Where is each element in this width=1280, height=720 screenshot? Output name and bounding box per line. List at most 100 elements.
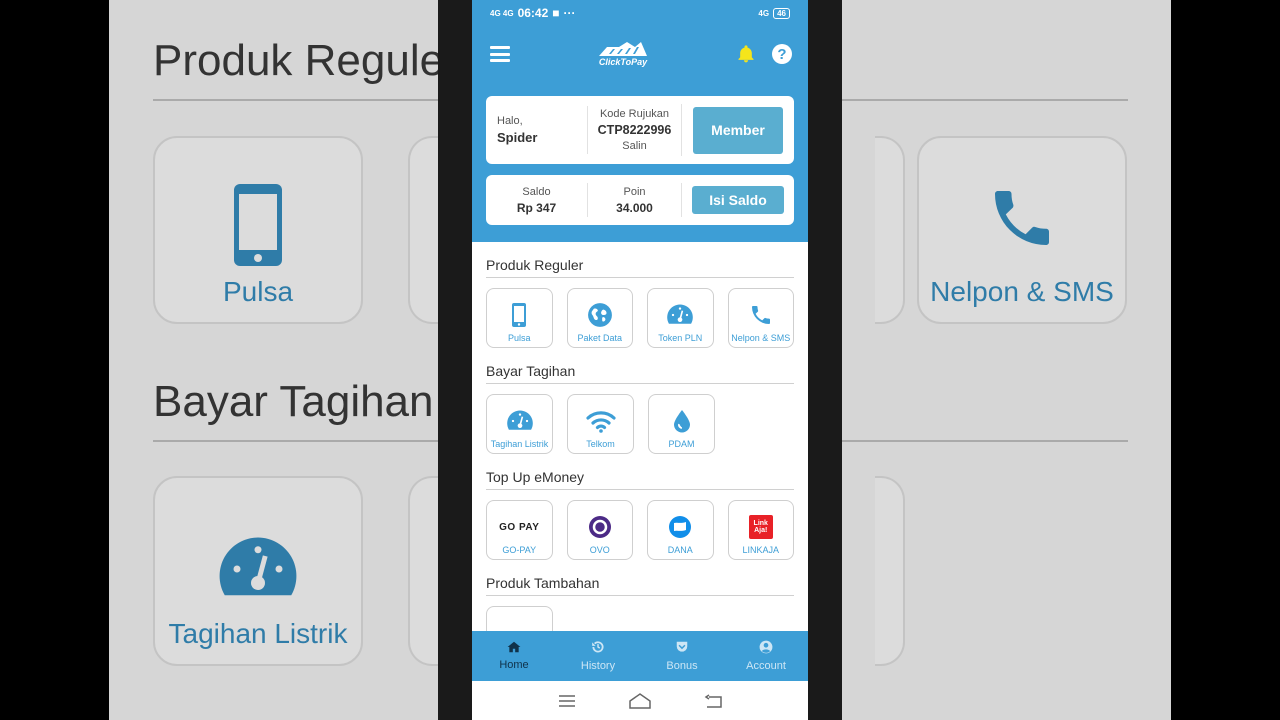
tile-tambahan[interactable] <box>486 606 553 632</box>
globe-icon <box>587 303 612 327</box>
tile-label: Pulsa <box>507 333 531 343</box>
network-label: 4G <box>758 8 770 18</box>
phone-icon <box>234 184 282 266</box>
phone-bezel-right <box>808 0 842 720</box>
phone-icon <box>512 303 527 327</box>
brand-name: ClickToPay <box>598 57 648 67</box>
history-icon <box>592 641 604 653</box>
tile-paket-data[interactable]: Paket Data <box>566 288 633 348</box>
tile-label: Telkom <box>586 439 615 449</box>
bg-card-nelpon: Nelpon & SMS <box>917 136 1127 324</box>
nav-label: Account <box>746 660 786 672</box>
tile-nelpon-sms[interactable]: Nelpon & SMS <box>727 288 794 348</box>
tile-label: Nelpon & SMS <box>731 333 791 343</box>
bell-icon[interactable] <box>736 43 756 65</box>
nav-label: Home <box>499 659 529 671</box>
user-card: Halo, Spider Kode Rujukan CTP8222996 Sal… <box>486 96 794 164</box>
more-dots: ··· <box>563 6 576 20</box>
user-name: Spider <box>497 130 538 145</box>
account-icon <box>759 640 773 654</box>
help-icon[interactable]: ? <box>772 44 792 64</box>
nav-account[interactable]: Account <box>724 631 808 681</box>
dana-logo-icon <box>669 516 692 538</box>
ovo-logo-icon <box>588 516 611 538</box>
video-icon: ■ <box>552 6 560 20</box>
app-logo: ClickToPay <box>597 41 649 67</box>
tile-label: Paket Data <box>577 333 623 343</box>
bg-card-partial <box>875 476 905 666</box>
clock: 06:42 <box>517 6 549 20</box>
section-title-tagihan: Bayar Tagihan <box>486 348 794 384</box>
tile-tagihan-listrik[interactable]: Tagihan Listrik <box>486 394 553 454</box>
tile-linkaja[interactable]: Link Aja! LINKAJA <box>727 500 794 560</box>
tile-ovo[interactable]: OVO <box>566 500 633 560</box>
section-title-emoney: Top Up eMoney <box>486 454 794 490</box>
signal-indicator: 4G 4G <box>490 8 514 18</box>
tile-token-pln[interactable]: Token PLN <box>647 288 714 348</box>
balance-card: Saldo Rp 347 Poin 34.000 Isi Saldo <box>486 175 794 225</box>
nav-home[interactable]: Home <box>472 631 556 681</box>
saldo-value: Rp 347 <box>516 200 557 215</box>
wifi-icon <box>585 411 616 433</box>
bottom-navigation: Home History Bonus Account <box>472 631 808 681</box>
phone-screen: 4G 4G 06:42 ■ ··· 4G 46 ClickToPay ? Hal… <box>472 0 808 720</box>
tile-label: DANA <box>667 545 693 555</box>
recent-apps-icon[interactable] <box>558 694 576 708</box>
bg-section-title: Bayar Tagihan <box>153 377 434 426</box>
section-title-tambahan: Produk Tambahan <box>486 560 794 596</box>
screen: Produk Reguler Pulsa Nelpon & SMS Bayar … <box>0 0 1280 720</box>
logo-mark-icon <box>599 42 647 56</box>
tile-label: Tagihan Listrik <box>490 439 549 449</box>
bg-section-title: Produk Reguler <box>153 36 459 85</box>
telephone-icon <box>995 191 1049 245</box>
tile-dana[interactable]: DANA <box>647 500 714 560</box>
home-button-icon[interactable] <box>629 692 651 709</box>
bg-card-pulsa: Pulsa <box>153 136 363 324</box>
system-navigation-bar <box>472 681 808 720</box>
nav-bonus[interactable]: Bonus <box>640 631 724 681</box>
gauge-icon <box>506 410 533 430</box>
referral-code: CTP8222996 <box>597 123 672 137</box>
tile-label: Token PLN <box>658 333 703 343</box>
hamburger-menu-icon[interactable] <box>490 46 510 62</box>
tile-label: LINKAJA <box>742 545 779 555</box>
home-icon <box>507 641 521 653</box>
nav-label: History <box>580 660 616 672</box>
greeting: Halo, <box>497 115 523 127</box>
section-title-reguler: Produk Reguler <box>486 242 794 278</box>
gauge-icon <box>219 537 297 596</box>
telephone-icon <box>751 306 770 324</box>
linkaja-logo-icon: Link Aja! <box>748 515 773 539</box>
nav-label: Bonus <box>666 660 698 672</box>
battery-icon: 46 <box>773 7 790 19</box>
phone-bezel-left <box>438 0 472 720</box>
tile-telkom[interactable]: Telkom <box>567 394 634 454</box>
back-icon[interactable] <box>704 693 722 708</box>
bg-card-partial <box>875 136 905 324</box>
saldo-label: Saldo <box>522 185 551 198</box>
copy-link[interactable]: Salin <box>588 140 681 152</box>
tile-gopay[interactable]: GO PAY GO-PAY <box>486 500 553 560</box>
app-header: ClickToPay ? Halo, Spider Kode Rujukan C… <box>472 26 808 242</box>
poin-label: Poin <box>623 185 646 198</box>
tile-label: OVO <box>589 545 610 555</box>
bg-card-label: Nelpon & SMS <box>930 276 1114 307</box>
gopay-logo: GO PAY <box>499 521 540 533</box>
gauge-icon <box>667 304 694 324</box>
water-drop-icon <box>673 410 690 433</box>
topup-button[interactable]: Isi Saldo <box>692 186 784 214</box>
main-content: Produk Reguler Pulsa Paket Data Token PL… <box>472 242 808 632</box>
bg-card-label: Pulsa <box>222 276 294 307</box>
nav-history[interactable]: History <box>556 631 640 681</box>
bg-card-label: Tagihan Listrik <box>168 618 348 649</box>
poin-value: 34.000 <box>616 200 653 215</box>
status-bar: 4G 4G 06:42 ■ ··· 4G 46 <box>472 0 808 26</box>
tile-label: PDAM <box>668 439 695 449</box>
bonus-icon <box>676 641 688 652</box>
tile-pdam[interactable]: PDAM <box>648 394 715 454</box>
tile-pulsa[interactable]: Pulsa <box>486 288 553 348</box>
tile-label: GO-PAY <box>502 545 537 555</box>
member-button[interactable]: Member <box>693 106 783 154</box>
bg-card-tagihan: Tagihan Listrik <box>153 476 363 666</box>
referral-label: Kode Rujukan <box>599 108 670 120</box>
